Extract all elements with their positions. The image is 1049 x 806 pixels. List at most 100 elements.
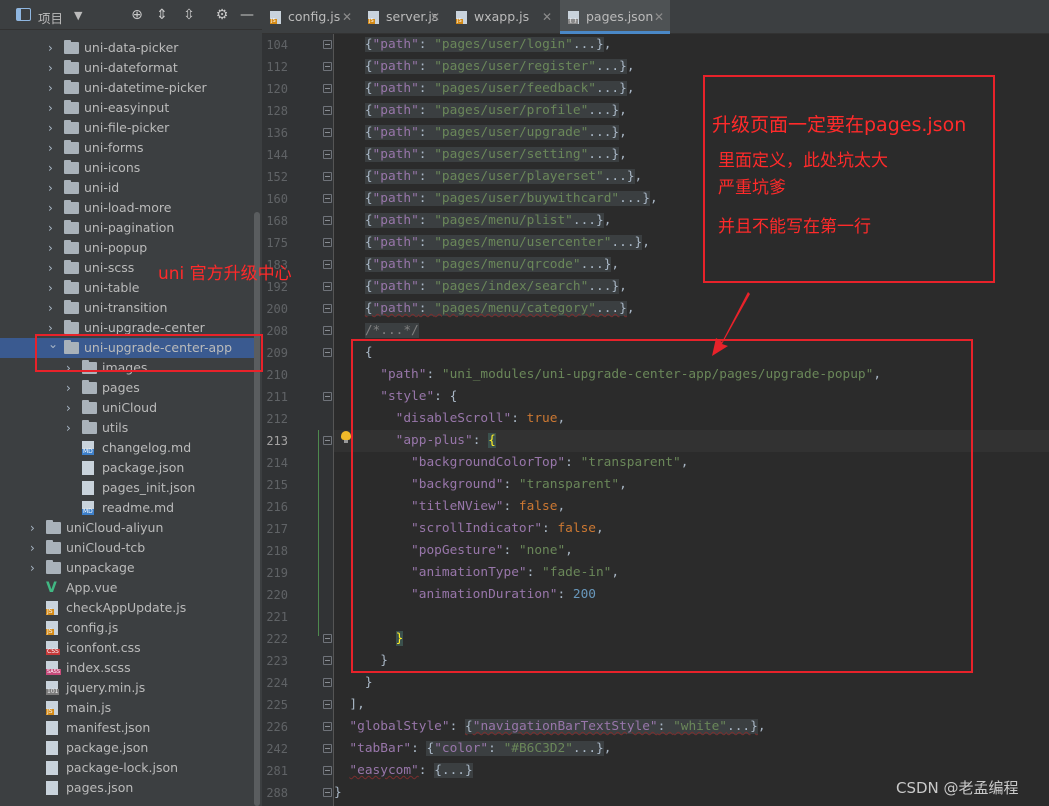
chevron-right-icon[interactable]: › <box>48 98 58 118</box>
chevron-right-icon[interactable]: › <box>30 518 40 538</box>
code-line[interactable]: {"path": "pages/menu/category"...}, <box>334 298 1049 320</box>
tree-file-item[interactable]: package-lock.json <box>0 758 262 778</box>
tree-file-item[interactable]: package.json <box>0 458 262 478</box>
chevron-right-icon[interactable]: › <box>48 158 58 178</box>
fold-toggle-icon[interactable] <box>323 656 332 665</box>
tree-folder-item[interactable]: › uni-transition <box>0 298 262 318</box>
tree-file-item[interactable]: main.js <box>0 698 262 718</box>
code-line[interactable]: "globalStyle": {"navigationBarTextStyle"… <box>334 716 1049 738</box>
tree-folder-item[interactable]: › uniCloud-tcb <box>0 538 262 558</box>
editor-tab[interactable]: config.js✕ <box>262 0 358 34</box>
tree-folder-item[interactable]: › uni-popup <box>0 238 262 258</box>
tree-folder-item[interactable]: › utils <box>0 418 262 438</box>
tree-folder-item[interactable]: › uniCloud-aliyun <box>0 518 262 538</box>
tree-folder-item[interactable]: › unpackage <box>0 558 262 578</box>
chevron-right-icon[interactable]: › <box>48 58 58 78</box>
chevron-right-icon[interactable]: › <box>48 278 58 298</box>
tree-file-item[interactable]: changelog.md <box>0 438 262 458</box>
chevron-right-icon[interactable]: › <box>48 238 58 258</box>
collapse-all-icon[interactable]: ⇳ <box>180 6 198 24</box>
close-icon[interactable]: ✕ <box>654 0 664 34</box>
chevron-right-icon[interactable]: › <box>48 178 58 198</box>
tree-file-item[interactable]: iconfont.css <box>0 638 262 658</box>
hide-panel-icon[interactable]: — <box>238 6 256 24</box>
fold-toggle-icon[interactable] <box>323 326 332 335</box>
chevron-right-icon[interactable]: › <box>48 38 58 58</box>
fold-toggle-icon[interactable] <box>323 128 332 137</box>
editor-tab[interactable]: server.js✕ <box>360 0 446 34</box>
tree-file-item[interactable]: checkAppUpdate.js <box>0 598 262 618</box>
chevron-right-icon[interactable]: › <box>48 78 58 98</box>
chevron-right-icon[interactable]: › <box>30 538 40 558</box>
chevron-right-icon[interactable]: › <box>66 418 76 438</box>
fold-toggle-icon[interactable] <box>323 634 332 643</box>
lightbulb-icon[interactable] <box>341 431 351 443</box>
editor-tab[interactable]: wxapp.js ✕ <box>448 0 558 34</box>
tree-folder-item[interactable]: › uni-icons <box>0 158 262 178</box>
tree-file-item[interactable]: config.js <box>0 618 262 638</box>
fold-toggle-icon[interactable] <box>323 238 332 247</box>
fold-toggle-icon[interactable] <box>323 392 332 401</box>
fold-toggle-icon[interactable] <box>323 84 332 93</box>
tree-file-item[interactable]: index.scss <box>0 658 262 678</box>
close-icon[interactable]: ✕ <box>342 0 352 34</box>
tree-file-item[interactable]: manifest.json <box>0 718 262 738</box>
fold-toggle-icon[interactable] <box>323 678 332 687</box>
fold-toggle-icon[interactable] <box>323 172 332 181</box>
code-line[interactable]: } <box>334 672 1049 694</box>
code-line[interactable]: {"path": "pages/user/login"...}, <box>334 34 1049 56</box>
tree-file-item[interactable]: pages_init.json <box>0 478 262 498</box>
chevron-right-icon[interactable]: › <box>48 258 58 278</box>
tree-folder-item[interactable]: › uni-easyinput <box>0 98 262 118</box>
tree-folder-item[interactable]: › uni-id <box>0 178 262 198</box>
fold-toggle-icon[interactable] <box>323 62 332 71</box>
gear-icon[interactable]: ⚙ <box>213 6 231 24</box>
fold-toggle-icon[interactable] <box>323 282 332 291</box>
chevron-right-icon[interactable]: › <box>48 138 58 158</box>
project-panel-title[interactable]: 项目 <box>38 8 63 27</box>
tree-folder-item[interactable]: › uni-dateformat <box>0 58 262 78</box>
expand-all-icon[interactable]: ⇕ <box>153 6 171 24</box>
sidebar-scrollbar[interactable] <box>254 212 260 806</box>
tree-folder-item[interactable]: › uniCloud <box>0 398 262 418</box>
fold-toggle-icon[interactable] <box>323 106 332 115</box>
fold-toggle-icon[interactable] <box>323 194 332 203</box>
chevron-right-icon[interactable]: › <box>48 218 58 238</box>
chevron-right-icon[interactable]: › <box>48 118 58 138</box>
tree-folder-item[interactable]: › uni-data-picker <box>0 38 262 58</box>
chevron-down-icon[interactable]: ▼ <box>74 9 82 22</box>
tree-file-item[interactable]: package.json <box>0 738 262 758</box>
tree-folder-item[interactable]: › uni-forms <box>0 138 262 158</box>
fold-toggle-icon[interactable] <box>323 150 332 159</box>
fold-toggle-icon[interactable] <box>323 304 332 313</box>
chevron-right-icon[interactable]: › <box>48 298 58 318</box>
chevron-right-icon[interactable]: › <box>48 198 58 218</box>
fold-toggle-icon[interactable] <box>323 766 332 775</box>
tree-folder-item[interactable]: › uni-load-more <box>0 198 262 218</box>
tree-file-item[interactable]: readme.md <box>0 498 262 518</box>
fold-toggle-icon[interactable] <box>323 260 332 269</box>
chevron-right-icon[interactable]: › <box>66 378 76 398</box>
close-icon[interactable]: ✕ <box>430 0 440 34</box>
locate-file-icon[interactable]: ⊕ <box>128 6 146 24</box>
fold-toggle-icon[interactable] <box>323 348 332 357</box>
tree-file-item[interactable]: jquery.min.js <box>0 678 262 698</box>
close-icon[interactable]: ✕ <box>542 0 552 34</box>
fold-toggle-icon[interactable] <box>323 788 332 797</box>
tree-folder-item[interactable]: › uni-datetime-picker <box>0 78 262 98</box>
code-line[interactable]: ], <box>334 694 1049 716</box>
chevron-right-icon[interactable]: › <box>66 398 76 418</box>
tree-file-item[interactable]: V App.vue <box>0 578 262 598</box>
tree-folder-item[interactable]: › uni-pagination <box>0 218 262 238</box>
fold-toggle-icon[interactable] <box>323 700 332 709</box>
code-line[interactable]: "tabBar": {"color": "#B6C3D2"...}, <box>334 738 1049 760</box>
tree-folder-item[interactable]: › pages <box>0 378 262 398</box>
fold-toggle-icon[interactable] <box>323 436 332 445</box>
fold-toggle-icon[interactable] <box>323 216 332 225</box>
tree-folder-item[interactable]: › uni-file-picker <box>0 118 262 138</box>
editor-tab[interactable]: pages.json✕ <box>560 0 670 34</box>
fold-toggle-icon[interactable] <box>323 722 332 731</box>
fold-toggle-icon[interactable] <box>323 40 332 49</box>
fold-toggle-icon[interactable] <box>323 744 332 753</box>
chevron-right-icon[interactable]: › <box>30 558 40 578</box>
